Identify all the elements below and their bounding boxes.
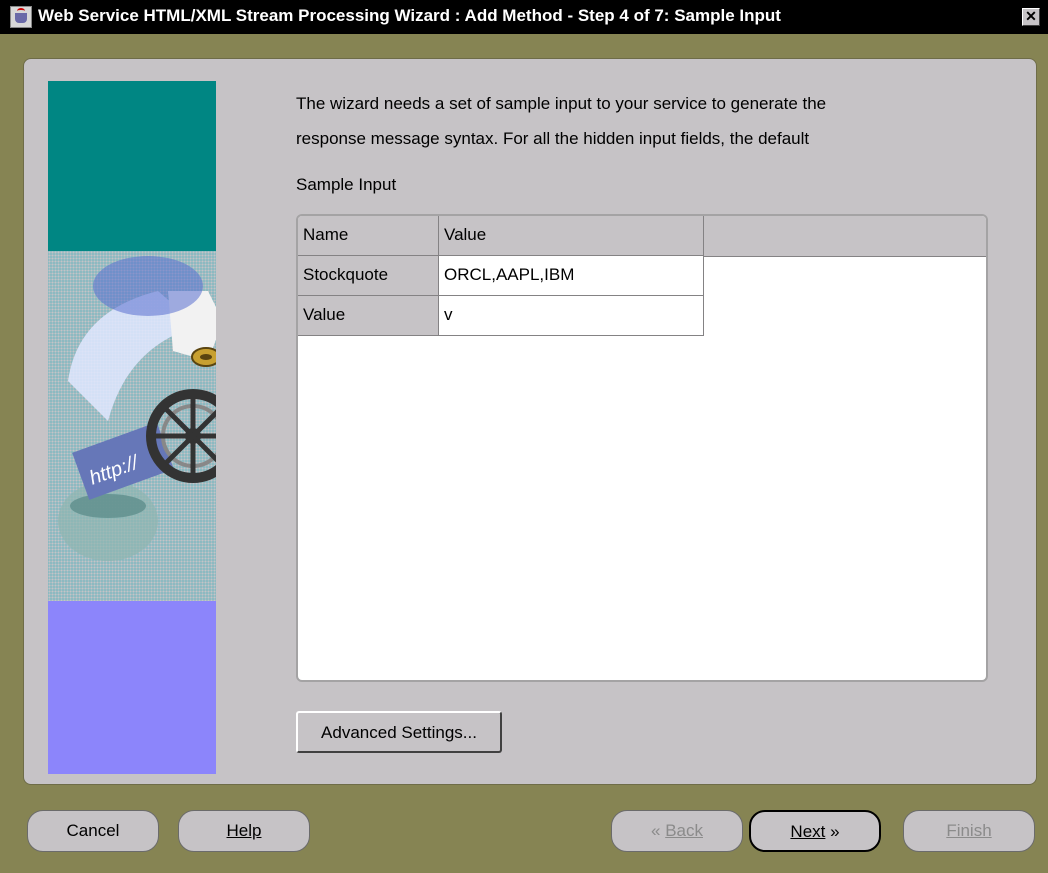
cancel-button[interactable]: Cancel	[27, 810, 159, 852]
row-name-cell: Stockquote	[298, 256, 439, 296]
wizard-illustration: http://	[48, 81, 216, 774]
chevron-left-double-icon: «	[651, 821, 666, 840]
row-value-cell[interactable]: v	[439, 296, 704, 336]
next-button[interactable]: Next »	[749, 810, 881, 852]
intro-text-line-1: The wizard needs a set of sample input t…	[296, 94, 827, 113]
chevron-right-double-icon: »	[825, 822, 840, 841]
wizard-panel: http:// The wizard needs a set of sample…	[23, 58, 1037, 785]
help-label: Help	[226, 821, 262, 840]
sample-input-table: Name Value Stockquote ORCL,AAPL,IBM Valu…	[296, 214, 988, 682]
next-label: Next	[790, 822, 826, 841]
sample-input-label: Sample Input	[296, 175, 397, 194]
help-button[interactable]: Help	[178, 810, 310, 852]
java-cup-icon	[10, 6, 32, 28]
column-header-value[interactable]: Value	[439, 216, 704, 256]
row-value-cell[interactable]: ORCL,AAPL,IBM	[439, 256, 704, 296]
cancel-label: Cancel	[66, 821, 120, 840]
advanced-settings-button[interactable]: Advanced Settings...	[296, 711, 502, 753]
intro-text-line-2: response message syntax. For all the hid…	[296, 129, 810, 148]
title-bar: Web Service HTML/XML Stream Processing W…	[0, 0, 1048, 34]
close-button[interactable]: ✕	[1022, 8, 1040, 26]
finish-label: Finish	[946, 821, 992, 840]
window-title: Web Service HTML/XML Stream Processing W…	[38, 6, 781, 25]
column-header-name[interactable]: Name	[298, 216, 439, 256]
back-button[interactable]: « Back	[611, 810, 743, 852]
finish-button[interactable]: Finish	[903, 810, 1035, 852]
row-name-cell: Value	[298, 296, 439, 336]
back-label: Back	[665, 821, 703, 840]
